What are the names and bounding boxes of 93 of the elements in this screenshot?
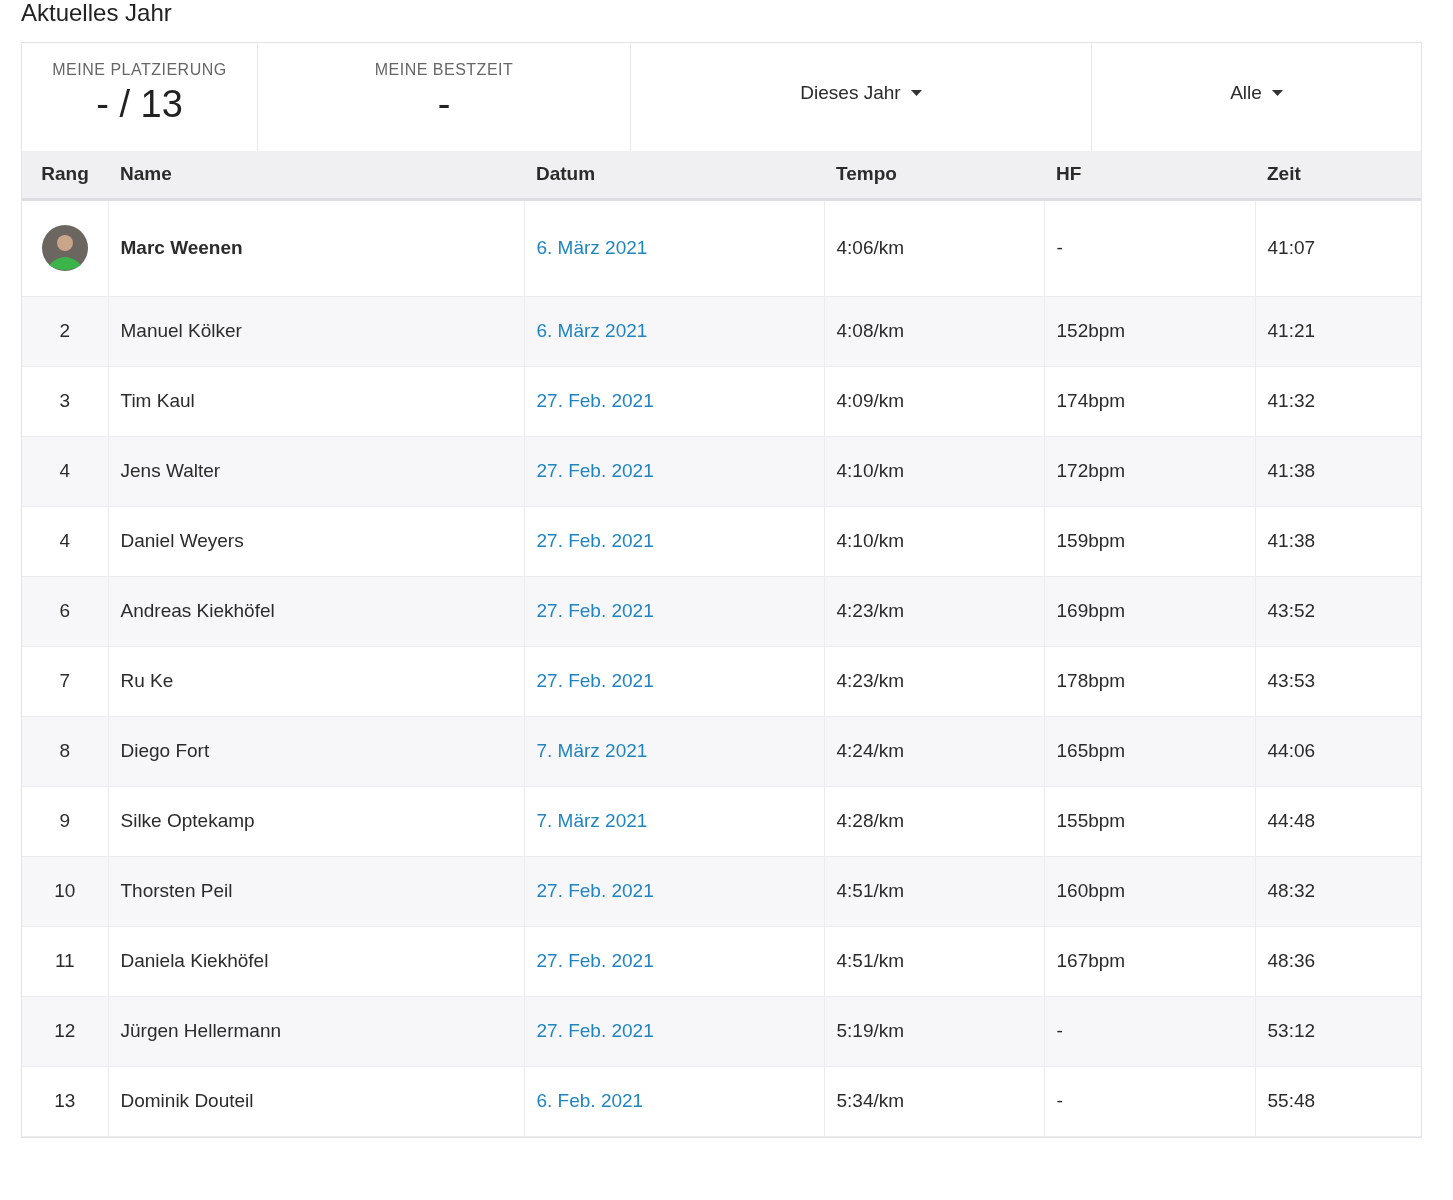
name-cell: Diego Fort [120, 740, 210, 761]
pace-cell: 4:28/km [836, 810, 905, 831]
time-cell: 53:12 [1267, 1020, 1316, 1041]
pace-cell: 4:23/km [836, 670, 905, 691]
pace-cell: 4:51/km [836, 950, 905, 971]
date-link[interactable]: 27. Feb. 2021 [536, 880, 654, 901]
rank-cell: 11 [54, 950, 75, 971]
pace-cell: 4:08/km [836, 320, 905, 341]
heart-rate-cell: - [1056, 1020, 1063, 1041]
rank-cell: 2 [59, 320, 71, 341]
date-link[interactable]: 27. Feb. 2021 [536, 600, 654, 621]
heart-rate-cell: 174bpm [1056, 390, 1126, 411]
heart-rate-cell: 165bpm [1056, 740, 1126, 761]
heart-rate-cell: 160bpm [1056, 880, 1126, 901]
rank-cell: 9 [59, 810, 71, 831]
heart-rate-cell: 172bpm [1056, 460, 1126, 481]
time-cell: 48:32 [1267, 880, 1316, 901]
time-cell: 55:48 [1267, 1090, 1316, 1111]
column-header: Zeit [1267, 163, 1301, 185]
heart-rate-cell: 152bpm [1056, 320, 1126, 341]
column-header: Datum [536, 163, 596, 185]
date-link[interactable]: 27. Feb. 2021 [536, 950, 654, 971]
rank-cell: 3 [59, 390, 71, 411]
date-link[interactable]: 27. Feb. 2021 [536, 390, 654, 411]
pace-cell: 4:06/km [836, 237, 905, 258]
stat-label: MEINE PLATZIERUNG [52, 61, 227, 79]
name-cell: Manuel Kölker [120, 320, 242, 341]
name-cell: Ru Ke [120, 670, 174, 691]
column-header: Tempo [836, 163, 897, 185]
heart-rate-cell: 167bpm [1056, 950, 1126, 971]
time-cell: 41:07 [1267, 237, 1316, 258]
date-link[interactable]: 27. Feb. 2021 [536, 530, 654, 551]
date-link[interactable]: 6. März 2021 [536, 237, 648, 258]
name-cell: Jens Walter [120, 460, 221, 481]
caret-icon [1271, 90, 1283, 96]
name-cell: Tim Kaul [120, 390, 195, 411]
rank-cell: 4 [59, 530, 71, 551]
rank-cell: 7 [59, 670, 71, 691]
heart-rate-cell: 178bpm [1056, 670, 1126, 691]
date-link[interactable]: 6. März 2021 [536, 320, 648, 341]
pace-cell: 4:23/km [836, 600, 905, 621]
time-cell: 48:36 [1267, 950, 1316, 971]
date-link[interactable]: 27. Feb. 2021 [536, 670, 654, 691]
time-cell: 41:32 [1267, 390, 1316, 411]
pace-cell: 4:51/km [836, 880, 905, 901]
section-title: Aktuelles Jahr [21, 0, 173, 26]
filter-dropdown[interactable]: Dieses Jahr [794, 78, 928, 108]
heart-rate-cell: - [1056, 237, 1063, 258]
rank-cell: 13 [54, 1090, 76, 1111]
name-cell: Thorsten Peil [120, 880, 233, 901]
caret-icon [910, 90, 922, 96]
filter-dropdown[interactable]: Alle [1224, 78, 1289, 108]
name-cell: Andreas Kiekhöfel [120, 600, 275, 621]
rank-cell: 12 [54, 1020, 76, 1041]
pace-cell: 4:10/km [836, 460, 905, 481]
pace-cell: 4:24/km [836, 740, 905, 761]
stat-label: MEINE BESTZEIT [374, 61, 514, 79]
time-cell: 41:38 [1267, 460, 1316, 481]
time-cell: 41:38 [1267, 530, 1316, 551]
rank-cell: 10 [54, 880, 76, 901]
column-header: HF [1056, 163, 1082, 185]
rank-cell: 8 [59, 740, 71, 761]
name-cell: Jürgen Hellermann [120, 1020, 282, 1041]
name-cell: Daniel Weyers [120, 530, 244, 551]
pace-cell: 4:09/km [836, 390, 905, 411]
avatar-icon [41, 225, 88, 271]
stat-value: - [437, 83, 451, 126]
time-cell: 44:06 [1267, 740, 1316, 761]
column-header: Name [120, 163, 172, 185]
rank-cell: 4 [59, 460, 71, 481]
pace-cell: 4:10/km [836, 530, 905, 551]
date-link[interactable]: 27. Feb. 2021 [536, 460, 654, 481]
date-link[interactable]: 7. März 2021 [536, 740, 648, 761]
pace-cell: 5:34/km [836, 1090, 905, 1111]
pace-cell: 5:19/km [836, 1020, 905, 1041]
date-link[interactable]: 27. Feb. 2021 [536, 1020, 654, 1041]
name-cell: Silke Optekamp [120, 810, 255, 831]
date-link[interactable]: 6. Feb. 2021 [536, 1090, 644, 1111]
rank-cell: 6 [59, 600, 71, 621]
column-header: Rang [41, 163, 89, 185]
heart-rate-cell: 159bpm [1056, 530, 1126, 551]
heart-rate-cell: 169bpm [1056, 600, 1126, 621]
time-cell: 43:52 [1267, 600, 1316, 621]
heart-rate-cell: - [1056, 1090, 1063, 1111]
time-cell: 41:21 [1267, 320, 1316, 341]
name-cell: Daniela Kiekhöfel [120, 950, 269, 971]
time-cell: 43:53 [1267, 670, 1316, 691]
heart-rate-cell: 155bpm [1056, 810, 1126, 831]
name-cell: Dominik Douteil [120, 1090, 254, 1111]
date-link[interactable]: 7. März 2021 [536, 810, 648, 831]
stat-value: - / 13 [96, 83, 183, 126]
time-cell: 44:48 [1267, 810, 1316, 831]
name-cell: Marc Weenen [120, 237, 243, 258]
